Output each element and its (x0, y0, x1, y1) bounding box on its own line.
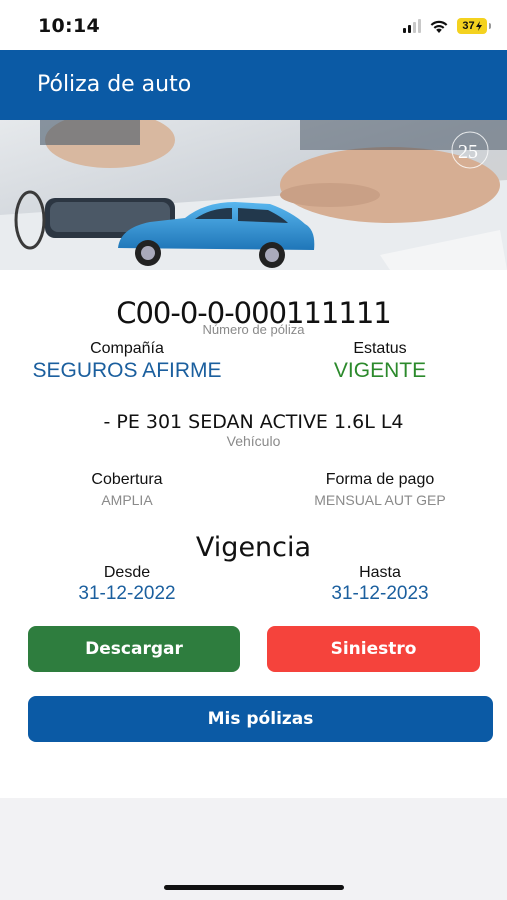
payment-value: MENSUAL AUT GEP (314, 492, 446, 508)
page-title: Póliza de auto (37, 72, 192, 97)
from-label: Desde (103, 564, 151, 581)
cellular-signal-icon (403, 19, 421, 33)
company-label: Compañía (90, 340, 164, 357)
status-badge: VIGENTE (333, 359, 427, 382)
company-value: SEGUROS AFIRME (32, 359, 222, 382)
my-policies-button[interactable]: Mis pólizas (28, 696, 493, 742)
banner-image: 25 (0, 120, 507, 270)
battery-icon: 37 (457, 18, 491, 34)
validity-title: Vigencia (195, 532, 312, 563)
status-time: 10:14 (38, 15, 100, 37)
status-bar: 10:14 37 (0, 0, 507, 50)
claim-button[interactable]: Siniestro (267, 626, 480, 672)
status-icons: 37 (403, 15, 491, 37)
policy-number-label: Número de póliza (202, 322, 305, 337)
car-keys-illustration: 25 (0, 120, 507, 270)
vehicle-name: - PE 301 SEDAN ACTIVE 1.6L L4 (103, 411, 404, 433)
vehicle-label: Vehículo (226, 433, 281, 449)
coverage-value: AMPLIA (101, 492, 153, 508)
coverage-label: Cobertura (91, 471, 163, 488)
policy-card: C00-0-0-000111111 Número de póliza Compa… (0, 270, 507, 798)
payment-label: Forma de pago (325, 471, 435, 488)
to-date: 31-12-2023 (331, 583, 429, 604)
to-label: Hasta (359, 564, 401, 581)
battery-level: 37 (462, 20, 475, 32)
status-label: Estatus (353, 340, 407, 357)
from-date: 31-12-2022 (78, 583, 176, 604)
app-header: Póliza de auto (0, 50, 507, 120)
home-indicator[interactable] (164, 885, 344, 890)
anniversary-logo: 25 (458, 141, 478, 163)
download-button[interactable]: Descargar (28, 626, 240, 672)
wifi-icon (429, 19, 449, 34)
